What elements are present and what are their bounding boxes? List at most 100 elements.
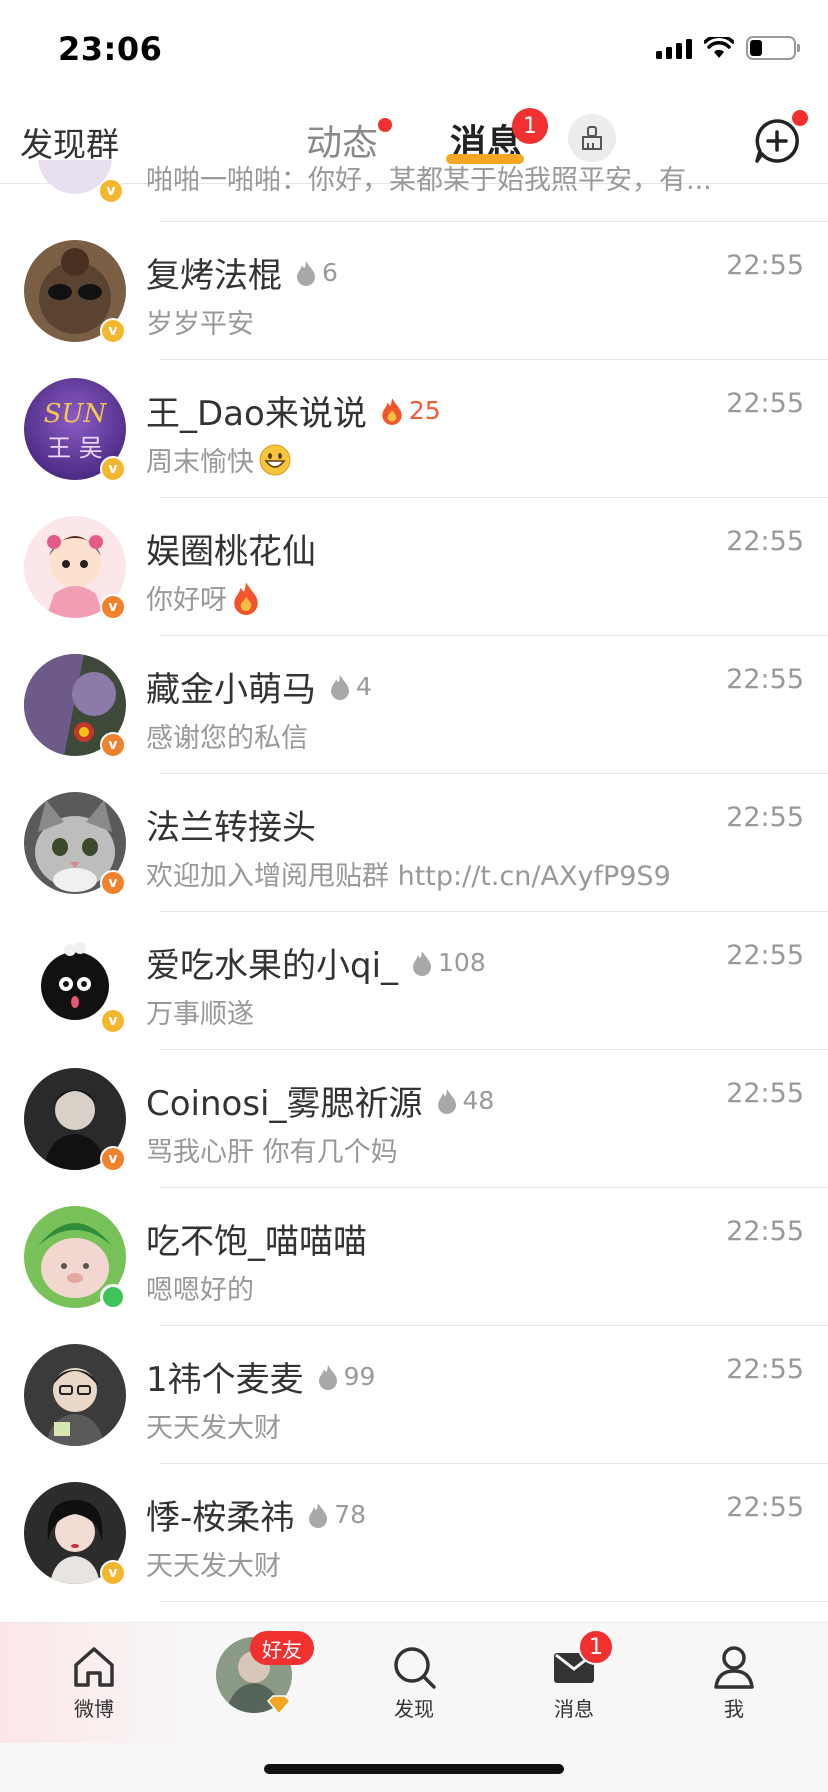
- online-status-dot: [100, 1284, 126, 1310]
- message-preview: 嗯嗯好的: [146, 1275, 254, 1306]
- conversation-list: v 复烤法棍 6 22:55 岁岁平安 SUN 王 吴 v 王_Dao来说说 25: [0, 222, 828, 1602]
- message-preview: 你好呀: [146, 578, 261, 617]
- unread-badge: 1: [512, 108, 548, 144]
- contact-name: 1祎个麦麦: [146, 1360, 304, 1400]
- message-time: 22:55: [726, 388, 804, 419]
- tab-label: 微博: [74, 1697, 114, 1721]
- fire-emoji-icon: [234, 581, 258, 615]
- flame-icon: [413, 950, 432, 976]
- notification-dot: [792, 110, 808, 126]
- verified-badge: v: [100, 318, 126, 344]
- flame-icon: [297, 260, 315, 286]
- discover-groups-link[interactable]: 发现群: [20, 118, 119, 166]
- verified-badge: v: [100, 594, 126, 620]
- message-preview: 欢迎加入增阅甩贴群 http://t.cn/AXyfP9S9: [146, 861, 671, 892]
- tab-dongtai[interactable]: 动态: [306, 114, 393, 166]
- status-icons: [656, 36, 800, 60]
- message-preview: 周末愉快: [146, 440, 292, 479]
- cellular-signal-icon: [656, 37, 692, 59]
- status-time: 23:06: [58, 30, 163, 68]
- clear-unread-button[interactable]: [568, 114, 616, 162]
- contact-name: 悸-桉柔祎: [146, 1498, 295, 1538]
- list-item[interactable]: v 悸-桉柔祎 78 22:55 天天发大财: [0, 1464, 828, 1602]
- list-item[interactable]: 吃不饱_喵喵喵 22:55 嗯嗯好的: [0, 1188, 828, 1326]
- flame-icon: [331, 674, 349, 700]
- message-time: 22:55: [726, 1492, 804, 1523]
- contact-name: 复烤法棍: [146, 256, 282, 296]
- list-item[interactable]: v 藏金小萌马 4 22:55 感谢您的私信: [0, 636, 828, 774]
- contact-name: 法兰转接头: [146, 808, 316, 848]
- contact-name: 王_Dao来说说: [146, 394, 367, 434]
- streak-badge: 48: [437, 1086, 494, 1115]
- broom-icon: [582, 126, 602, 150]
- status-bar: 23:06: [0, 0, 828, 100]
- message-time: 22:55: [726, 1216, 804, 1247]
- svg-text:SUN: SUN: [44, 399, 108, 429]
- verified-badge: v: [100, 456, 126, 482]
- verified-badge: v: [100, 1560, 126, 1586]
- list-item[interactable]: v Coinosi_雾腮祈源 48 22:55 骂我心肝 你有几个妈: [0, 1050, 828, 1188]
- contact-name: 藏金小萌马: [146, 670, 316, 710]
- message-preview: 感谢您的私信: [146, 723, 308, 754]
- message-preview: 万事顺遂: [146, 999, 254, 1030]
- wifi-icon: [704, 37, 734, 58]
- contact-name: 吃不饱_喵喵喵: [146, 1222, 367, 1262]
- list-item[interactable]: v 法兰转接头 22:55 欢迎加入增阅甩贴群 http://t.cn/AXyf…: [0, 774, 828, 912]
- message-preview: 天天发大财: [146, 1551, 281, 1582]
- verified-badge: v: [98, 178, 124, 204]
- message-time: 22:55: [726, 1354, 804, 1385]
- list-item[interactable]: v 娱圈桃花仙 22:55 你好呀: [0, 498, 828, 636]
- contact-name: Coinosi_雾腮祈源: [146, 1084, 423, 1124]
- list-item[interactable]: v 爱吃水果的小qi_ 108 22:55 万事顺遂: [0, 912, 828, 1050]
- divider: [160, 1601, 828, 1602]
- verified-badge: v: [100, 1146, 126, 1172]
- message-time: 22:55: [726, 802, 804, 833]
- message-time: 22:55: [726, 940, 804, 971]
- message-time: 22:55: [726, 1078, 804, 1109]
- message-preview: 天天发大财: [146, 1413, 281, 1444]
- avatar: [24, 1344, 126, 1446]
- streak-badge: 108: [412, 948, 486, 977]
- list-item[interactable]: 1祎个麦麦 99 22:55 天天发大财: [0, 1326, 828, 1464]
- flame-icon: [309, 1502, 328, 1528]
- verified-badge: v: [100, 732, 126, 758]
- diamond-icon: [266, 1695, 292, 1715]
- tab-discover[interactable]: 发现: [364, 1643, 464, 1722]
- message-preview: 岁岁平安: [146, 309, 254, 340]
- message-time: 22:55: [726, 250, 804, 281]
- contact-name: 娱圈桃花仙: [146, 532, 316, 572]
- tab-weibo[interactable]: 微博: [44, 1643, 144, 1722]
- message-time: 22:55: [726, 526, 804, 557]
- message-time: 22:55: [726, 664, 804, 695]
- svg-text:王 吴: 王 吴: [47, 434, 103, 462]
- list-item[interactable]: v 啪啪一啪啪：你好，某都某于始我照平安，有...: [0, 160, 828, 222]
- message-preview: 骂我心肝 你有几个妈: [146, 1137, 398, 1168]
- streak-badge: 6: [296, 258, 338, 287]
- flame-icon: [382, 397, 402, 425]
- search-icon: [394, 1647, 436, 1689]
- notification-dot: [378, 118, 393, 132]
- home-icon: [74, 1647, 114, 1687]
- tab-label: 我: [724, 1697, 744, 1721]
- streak-badge: 4: [330, 672, 372, 701]
- streak-badge: 78: [308, 1500, 366, 1529]
- new-chat-button[interactable]: [752, 110, 808, 166]
- tab-label: 动态: [306, 123, 379, 164]
- grin-emoji-icon: [259, 444, 291, 475]
- streak-badge: 25: [381, 396, 441, 425]
- message-preview: 啪啪一啪啪：你好，某都某于始我照平安，有...: [146, 165, 712, 196]
- profile-icon: [714, 1646, 754, 1689]
- flame-icon: [437, 1088, 456, 1114]
- tab-label: 发现: [394, 1697, 434, 1721]
- verified-badge: v: [100, 1008, 126, 1034]
- tab-me[interactable]: 我: [684, 1643, 784, 1722]
- tab-label: 消息: [554, 1697, 594, 1721]
- battery-icon: [746, 36, 800, 60]
- list-item[interactable]: SUN 王 吴 v 王_Dao来说说 25 22:55 周末愉快: [0, 360, 828, 498]
- contact-name: 爱吃水果的小qi_: [146, 946, 399, 986]
- home-indicator[interactable]: [264, 1764, 564, 1774]
- list-item[interactable]: v 复烤法棍 6 22:55 岁岁平安: [0, 222, 828, 360]
- friends-label-badge[interactable]: 好友: [250, 1631, 314, 1665]
- streak-badge: 99: [318, 1362, 375, 1391]
- unread-badge: 1: [578, 1629, 614, 1665]
